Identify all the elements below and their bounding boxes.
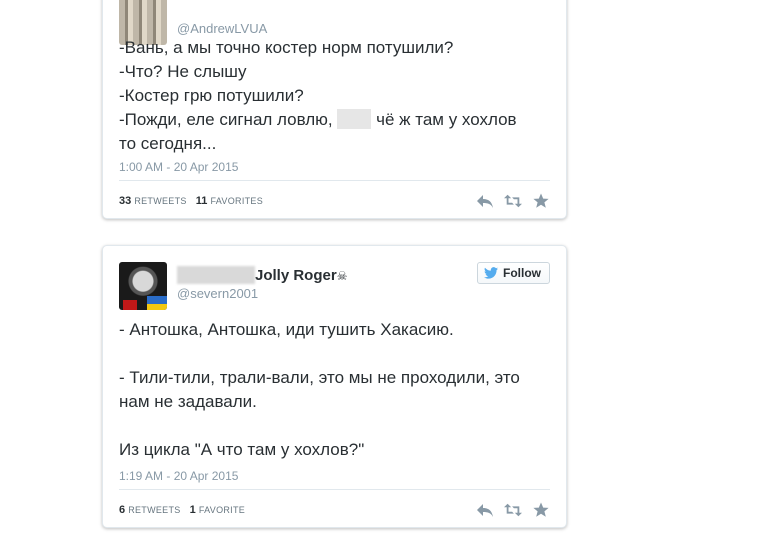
tweet-paragraph: - Тили-тили, трали-вали, это мы не прохо… — [119, 368, 520, 411]
follow-button[interactable]: Follow — [477, 262, 550, 284]
favorite-star-icon[interactable] — [532, 193, 550, 209]
tweet-text: -Вань, а мы точно костер норм потушили? … — [119, 36, 550, 156]
skull-icon: ☠ — [336, 269, 348, 283]
tweet-actions — [476, 502, 550, 518]
favorites-count[interactable]: 11 — [196, 195, 208, 207]
blurred-name-part — [177, 266, 255, 284]
tweet-line: -Вань, а мы точно костер норм потушили? — [119, 38, 454, 57]
favorite-star-icon[interactable] — [532, 502, 550, 518]
tweet-timestamp[interactable]: 1:00 AM - 20 Apr 2015 — [119, 160, 238, 174]
avatar-flag-yellow — [147, 304, 167, 310]
retweet-icon[interactable] — [504, 502, 522, 518]
tweet-line: то сегодня... — [119, 134, 217, 153]
follow-label: Follow — [503, 266, 541, 280]
reply-icon[interactable] — [476, 502, 494, 518]
reply-icon[interactable] — [476, 193, 494, 209]
tweet-timestamp[interactable]: 1:19 AM - 20 Apr 2015 — [119, 469, 238, 483]
tweet-text: - Антошка, Антошка, иди тушить Хакасию. … — [119, 318, 550, 462]
tweet-card: Jolly Roger☠ @severn2001 Follow - Антошк… — [102, 245, 567, 528]
user-name[interactable]: Jolly Roger☠ — [177, 266, 347, 284]
user-display-name: Jolly Roger — [255, 267, 337, 284]
tweet-stats: 6 RETWEETS 1 FAVORITE — [119, 504, 251, 516]
favorites-label[interactable]: FAVORITE — [199, 505, 245, 515]
retweets-count[interactable]: 33 — [119, 195, 131, 207]
tweet-actions — [476, 193, 550, 209]
tweet-line-end: чё ж там у хохлов — [371, 110, 517, 129]
tweet-line: -Пожди, еле сигнал ловлю, чё ж там у хох… — [119, 108, 550, 132]
tweet-header: Jolly Roger☠ @severn2001 Follow — [119, 262, 550, 312]
avatar[interactable] — [119, 262, 167, 310]
retweets-label[interactable]: RETWEETS — [128, 505, 180, 515]
favorites-count[interactable]: 1 — [190, 504, 196, 516]
favorites-label[interactable]: FAVORITES — [210, 196, 263, 206]
tweet-line: -Костер грю потушили? — [119, 86, 304, 105]
avatar-red-accent — [123, 300, 137, 310]
retweets-count[interactable]: 6 — [119, 504, 125, 516]
tweet-stats: 33 RETWEETS 11 FAVORITES — [119, 195, 269, 207]
tweet-paragraph: Из цикла "А что там у хохлов?" — [119, 440, 365, 459]
tweet-card: @AndrewLVUA -Вань, а мы точно костер нор… — [102, 0, 567, 219]
divider — [119, 489, 550, 490]
tweet-line-start: -Пожди, еле сигнал ловлю, — [119, 110, 338, 129]
retweets-label[interactable]: RETWEETS — [134, 196, 186, 206]
twitter-bird-icon — [484, 267, 498, 279]
tweet-paragraph: - Антошка, Антошка, иди тушить Хакасию. — [119, 320, 454, 339]
retweet-icon[interactable] — [504, 193, 522, 209]
user-handle[interactable]: @AndrewLVUA — [177, 21, 267, 36]
user-handle[interactable]: @severn2001 — [177, 286, 258, 301]
censored-word — [337, 109, 372, 129]
divider — [119, 180, 550, 181]
tweet-line: -Что? Не слышу — [119, 62, 247, 81]
